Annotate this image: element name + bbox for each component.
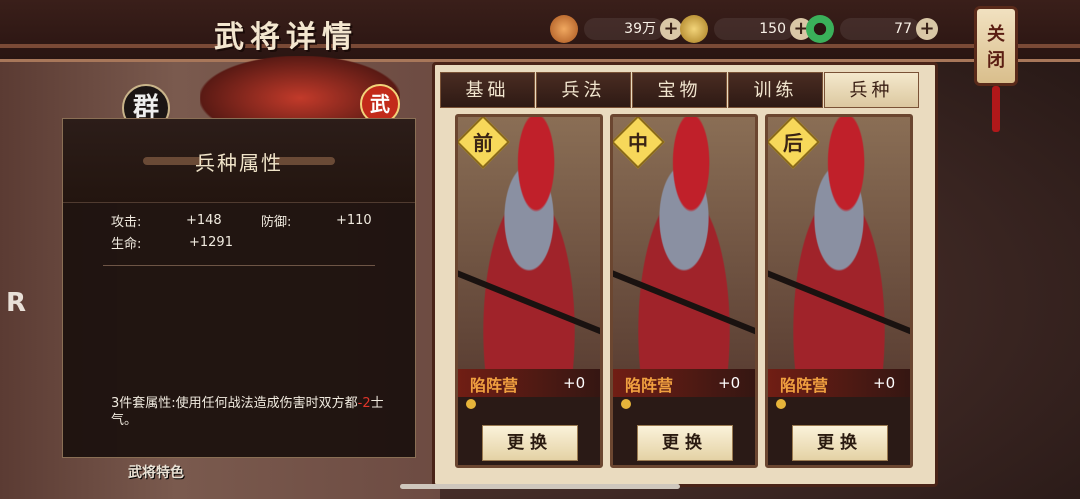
troop-card-middle[interactable]: 中 陷阵营 +0 更换	[610, 114, 758, 468]
attack-value: +148	[186, 212, 222, 228]
resource-grain: 150 +	[680, 15, 812, 43]
stat-row: 生命: +1291	[111, 231, 411, 253]
swap-button[interactable]: 更换	[792, 425, 888, 461]
side-tab-icon[interactable]: R	[6, 288, 26, 318]
position-label: 中	[628, 131, 648, 155]
hp-label: 生命:	[111, 236, 142, 252]
swap-button[interactable]: 更换	[637, 425, 733, 461]
position-label: 后	[783, 131, 803, 155]
unit-bonus: +0	[873, 374, 896, 392]
unit-bonus: +0	[718, 374, 741, 392]
panel-title: 兵种属性	[195, 151, 283, 175]
close-tassel	[992, 86, 1000, 132]
home-indicator	[400, 484, 680, 489]
panel-header: 兵种属性	[63, 119, 415, 203]
swirl-icon	[621, 399, 631, 409]
page-title: 武将详情	[214, 20, 358, 55]
stat-row: 攻击: +148 防御: +110	[111, 209, 411, 231]
close-label-2: 闭	[987, 50, 1005, 71]
hero-feature-caption[interactable]: 武将特色	[128, 462, 184, 482]
unit-attributes-panel: 兵种属性 攻击: +148 防御: +110 生命: +1291 3件套属性:使…	[62, 118, 416, 458]
troop-card-rear[interactable]: 后 陷阵营 +0 更换	[765, 114, 913, 468]
position-label: 前	[473, 131, 493, 155]
tab-basic[interactable]: 基础	[440, 72, 535, 108]
unit-name: 陷阵营	[625, 376, 674, 395]
copper-coin-icon	[550, 15, 578, 43]
set-bonus-description: 3件套属性:使用任何战法造成伤害时双方都-2士气。	[111, 395, 401, 429]
add-jade-button[interactable]: +	[916, 18, 938, 40]
tab-training[interactable]: 训练	[728, 72, 823, 108]
defense-value: +110	[336, 212, 372, 228]
close-button[interactable]: 关 闭	[974, 6, 1018, 86]
tab-treasure[interactable]: 宝物	[632, 72, 727, 108]
swirl-icon	[776, 399, 786, 409]
resource-jade: 77 +	[806, 15, 938, 43]
close-label-1: 关	[987, 24, 1005, 45]
tab-bar: 基础 兵法 宝物 训练 兵种	[440, 72, 920, 108]
grain-value: 150	[714, 18, 794, 40]
resource-copper: 39万 +	[550, 15, 682, 43]
top-bar-trim	[0, 44, 1080, 48]
add-copper-button[interactable]: +	[660, 18, 682, 40]
copper-value: 39万	[584, 18, 664, 40]
defense-label: 防御:	[261, 214, 292, 230]
unit-name: 陷阵营	[780, 376, 829, 395]
attack-label: 攻击:	[111, 214, 142, 230]
unit-bonus: +0	[563, 374, 586, 392]
jade-icon	[806, 15, 834, 43]
tab-troop-type[interactable]: 兵种	[824, 72, 919, 108]
swirl-icon	[466, 399, 476, 409]
divider	[103, 265, 375, 266]
unit-name: 陷阵营	[470, 376, 519, 395]
set-desc-highlight: -2	[357, 396, 371, 411]
set-desc-prefix: 3件套属性:使用任何战法造成伤害时双方都	[111, 396, 358, 411]
troop-card-front[interactable]: 前 陷阵营 +0 更换	[455, 114, 603, 468]
hp-value: +1291	[189, 234, 233, 250]
grain-icon	[680, 15, 708, 43]
swap-button[interactable]: 更换	[482, 425, 578, 461]
tab-tactics[interactable]: 兵法	[536, 72, 631, 108]
troop-cards: 前 陷阵营 +0 更换 中 陷阵营 +0 更换 后 陷阵营 +0 更换	[455, 114, 920, 468]
stats-list: 攻击: +148 防御: +110 生命: +1291	[111, 209, 411, 253]
jade-value: 77	[840, 18, 920, 40]
